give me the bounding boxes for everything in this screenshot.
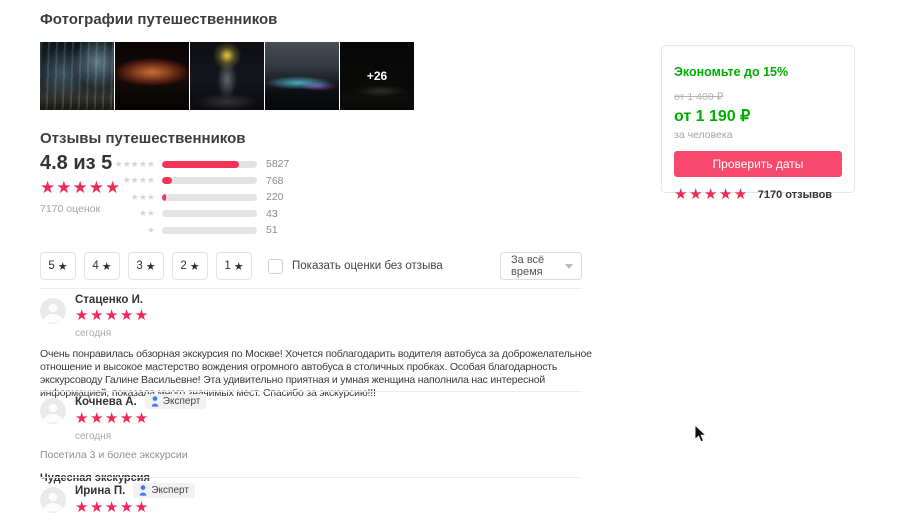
rating-breakdown: 5827 768 220 43 51 xyxy=(112,156,289,239)
gray-stars-icon xyxy=(112,209,162,218)
rating-count: 5827 xyxy=(266,158,290,171)
booking-card: Экономьте до 15% от 1 400 ₽ от 1 190 ₽ з… xyxy=(661,45,855,201)
star-rating xyxy=(75,411,206,428)
traveler-photo-2[interactable] xyxy=(115,42,189,110)
reviewer-name: Кочнева А. xyxy=(75,395,137,408)
breakdown-row-2: 43 xyxy=(112,206,289,223)
breakdown-row-5: 5827 xyxy=(112,156,289,173)
gray-stars-icon xyxy=(112,226,162,235)
per-person-label: за человека xyxy=(674,129,733,141)
review-date: сегодня xyxy=(75,327,112,339)
rating-bar-fill xyxy=(162,160,239,168)
mouse-cursor xyxy=(694,424,707,443)
filter-1-star[interactable]: 1 xyxy=(216,252,252,280)
filter-4-stars[interactable]: 4 xyxy=(84,252,120,280)
old-price: от 1 400 ₽ xyxy=(674,91,724,103)
gray-stars-icon xyxy=(112,193,162,202)
traveler-photo-1[interactable] xyxy=(40,42,114,110)
rating-bar-track xyxy=(162,226,257,234)
breakdown-row-3: 220 xyxy=(112,189,289,206)
star-rating xyxy=(75,500,195,517)
reviewer-visits: Посетила 3 и более экскурсии xyxy=(40,448,188,461)
chevron-down-icon xyxy=(565,263,573,269)
filter-2-stars[interactable]: 2 xyxy=(172,252,208,280)
black-star-icon xyxy=(190,260,200,273)
gray-stars-icon xyxy=(112,160,162,169)
review-item: Стаценко И. сегодня Очень понравилась об… xyxy=(40,294,598,400)
review-item: Кочнева А. Эксперт сегодня Посетила 3 и … xyxy=(40,394,598,484)
review-item: Ирина П. Эксперт 1 день назад xyxy=(40,483,598,521)
gray-stars-icon xyxy=(112,176,162,185)
current-price: от 1 190 ₽ xyxy=(674,108,751,125)
expert-badge: Эксперт xyxy=(144,394,207,409)
more-photos-label: +26 xyxy=(366,69,388,83)
photo-gallery: +26 xyxy=(40,42,414,110)
rating-bar-track xyxy=(162,210,257,218)
page: Фотографии путешественников +26 Отзывы п… xyxy=(0,0,900,521)
rating-count: 43 xyxy=(266,207,278,220)
avatar xyxy=(40,398,66,424)
expert-icon xyxy=(151,396,159,407)
more-photos-tile[interactable]: +26 xyxy=(340,42,414,110)
breakdown-row-4: 768 xyxy=(112,173,289,190)
reviews-section-title: Отзывы путешественников xyxy=(40,130,246,147)
filter-3-stars[interactable]: 3 xyxy=(128,252,164,280)
star-rating xyxy=(674,187,749,202)
black-star-icon xyxy=(58,260,68,273)
review-filters: 5 4 3 2 1 Показать оценки без отзыва За … xyxy=(40,252,582,280)
rating-bar-fill xyxy=(162,193,166,201)
rating-count: 220 xyxy=(266,191,284,204)
rating-count: 768 xyxy=(266,174,284,187)
reviews-count-link[interactable]: 7170 отзывов xyxy=(758,189,832,201)
expert-icon xyxy=(139,485,147,496)
no-text-reviews-checkbox[interactable] xyxy=(268,258,283,274)
check-dates-button[interactable]: Проверить даты xyxy=(674,151,842,177)
rating-bar-fill xyxy=(162,177,173,185)
black-star-icon xyxy=(146,260,156,273)
filter-5-stars[interactable]: 5 xyxy=(40,252,76,280)
expert-badge: Эксперт xyxy=(133,483,195,498)
traveler-photo-4[interactable] xyxy=(265,42,339,110)
breakdown-row-1: 51 xyxy=(112,222,289,239)
reviewer-name: Стаценко И. xyxy=(75,294,144,306)
divider xyxy=(40,391,582,392)
reviewer-name: Ирина П. xyxy=(75,484,126,497)
rating-bar-track xyxy=(162,177,257,185)
checkbox-label: Показать оценки без отзыва xyxy=(292,260,443,272)
traveler-photo-3[interactable] xyxy=(190,42,264,110)
rating-bar-track xyxy=(162,160,257,168)
time-period-dropdown[interactable]: За всё время xyxy=(500,252,582,280)
rating-summary: 4.8 из 5 7170 оценок 5827 768 220 xyxy=(40,152,400,236)
black-star-icon xyxy=(102,260,112,273)
rating-bar-track xyxy=(162,193,257,201)
divider xyxy=(40,288,582,289)
avatar xyxy=(40,298,66,324)
discount-label: Экономьте до 15% xyxy=(674,65,789,79)
black-star-icon xyxy=(234,260,244,273)
star-rating xyxy=(75,308,150,325)
review-date: сегодня xyxy=(75,430,112,442)
photos-section-title: Фотографии путешественников xyxy=(40,11,278,28)
rating-count: 51 xyxy=(266,224,278,237)
divider xyxy=(40,477,582,478)
avatar xyxy=(40,487,66,513)
